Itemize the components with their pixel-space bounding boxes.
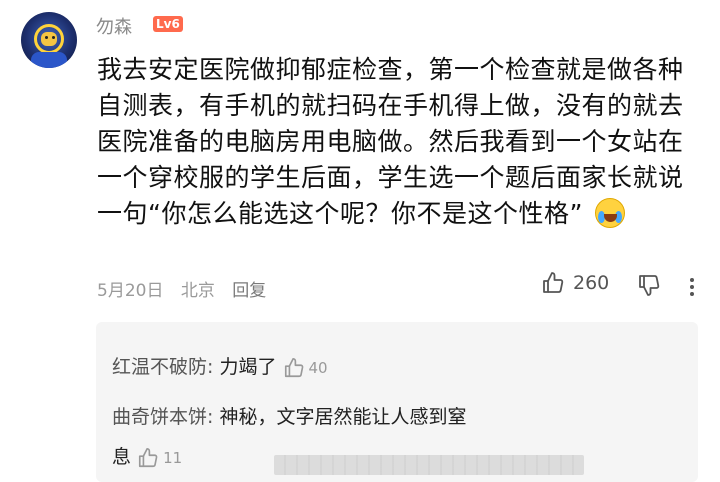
comment-line: 一个穿校服的学生后面，学生选一个题后面家长就说 [97, 163, 684, 192]
thumbs-up-icon [543, 272, 564, 293]
level-badge: Lv6 [153, 16, 183, 32]
reply-author[interactable]: 红温不破防: [112, 356, 213, 378]
crying-laughing-emoji-icon [595, 198, 626, 228]
comment-line: 一句“你怎么能选这个呢？你不是这个性格” [97, 199, 583, 228]
reply-author[interactable]: 曲奇饼本饼: [112, 406, 213, 428]
dislike-button[interactable] [637, 273, 661, 301]
reply-button[interactable]: 回复 [232, 281, 266, 301]
reply-text: 神秘，文字居然能让人感到窒 [213, 406, 467, 428]
thumbs-down-icon [639, 275, 660, 296]
comment-line: 自测表，有手机的就扫码在手机得上做，没有的就去 [97, 91, 684, 120]
like-count: 260 [573, 272, 610, 294]
reply-like-button[interactable]: 11 [137, 438, 182, 478]
more-options-icon[interactable] [690, 275, 694, 299]
reply-like-button[interactable]: 40 [283, 357, 328, 379]
blurred-text [274, 455, 584, 475]
reply-like-count: 40 [308, 358, 328, 377]
comment-line: 医院准备的电脑房用电脑做。然后我看到一个女站在 [97, 127, 684, 156]
username[interactable]: 勿森 [96, 13, 132, 39]
thumbs-up-icon [284, 357, 303, 377]
reply-like-count: 11 [163, 448, 183, 467]
comment-date: 5月20日 [97, 281, 164, 301]
reply-text-cont: 息 [112, 446, 132, 468]
comment-line: 我去安定医院做抑郁症检查，第一个检查就是做各种 [97, 55, 684, 84]
user-avatar[interactable] [21, 12, 77, 68]
comment-text: 我去安定医院做抑郁症检查，第一个检查就是做各种 自测表，有手机的就扫码在手机得上… [97, 52, 684, 232]
reply-list: 红温不破防: 力竭了 40 曲奇饼本饼: 神秘，文字居然能让人感到窒 息 11 [96, 322, 698, 482]
reply-item[interactable]: 红温不破防: 力竭了 40 [112, 352, 328, 379]
comment-meta: 5月20日 北京 回复 [97, 276, 278, 301]
like-button[interactable]: 260 [541, 271, 609, 295]
comment-location: 北京 [180, 281, 215, 301]
thumbs-up-icon [138, 447, 158, 467]
reply-text: 力竭了 [213, 356, 277, 378]
